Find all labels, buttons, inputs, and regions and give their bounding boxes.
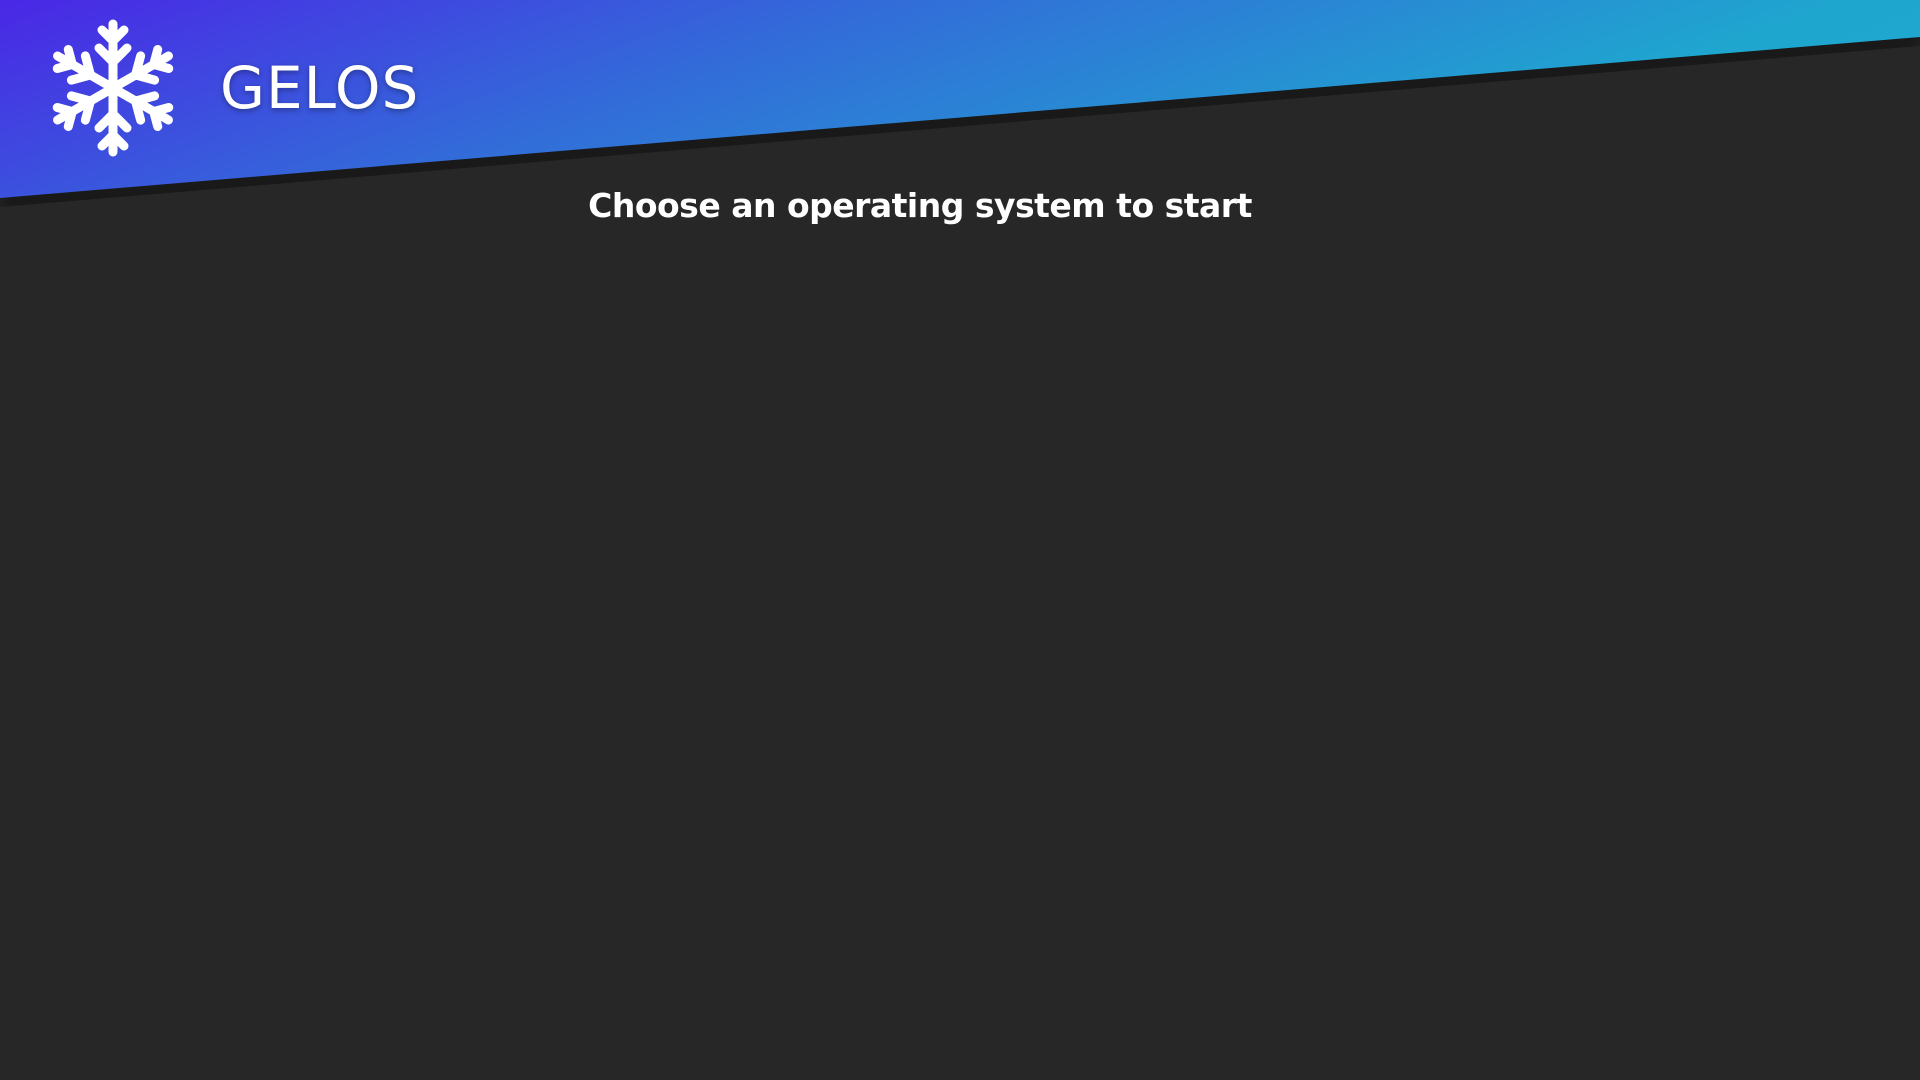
os-list bbox=[0, 260, 1920, 1040]
boot-menu-screen: GELOS Choose an operating system to star… bbox=[0, 0, 1920, 1080]
page-title: Choose an operating system to start bbox=[588, 186, 1252, 225]
brand-name: GELOS bbox=[220, 54, 420, 122]
snowflake-icon bbox=[52, 19, 174, 157]
